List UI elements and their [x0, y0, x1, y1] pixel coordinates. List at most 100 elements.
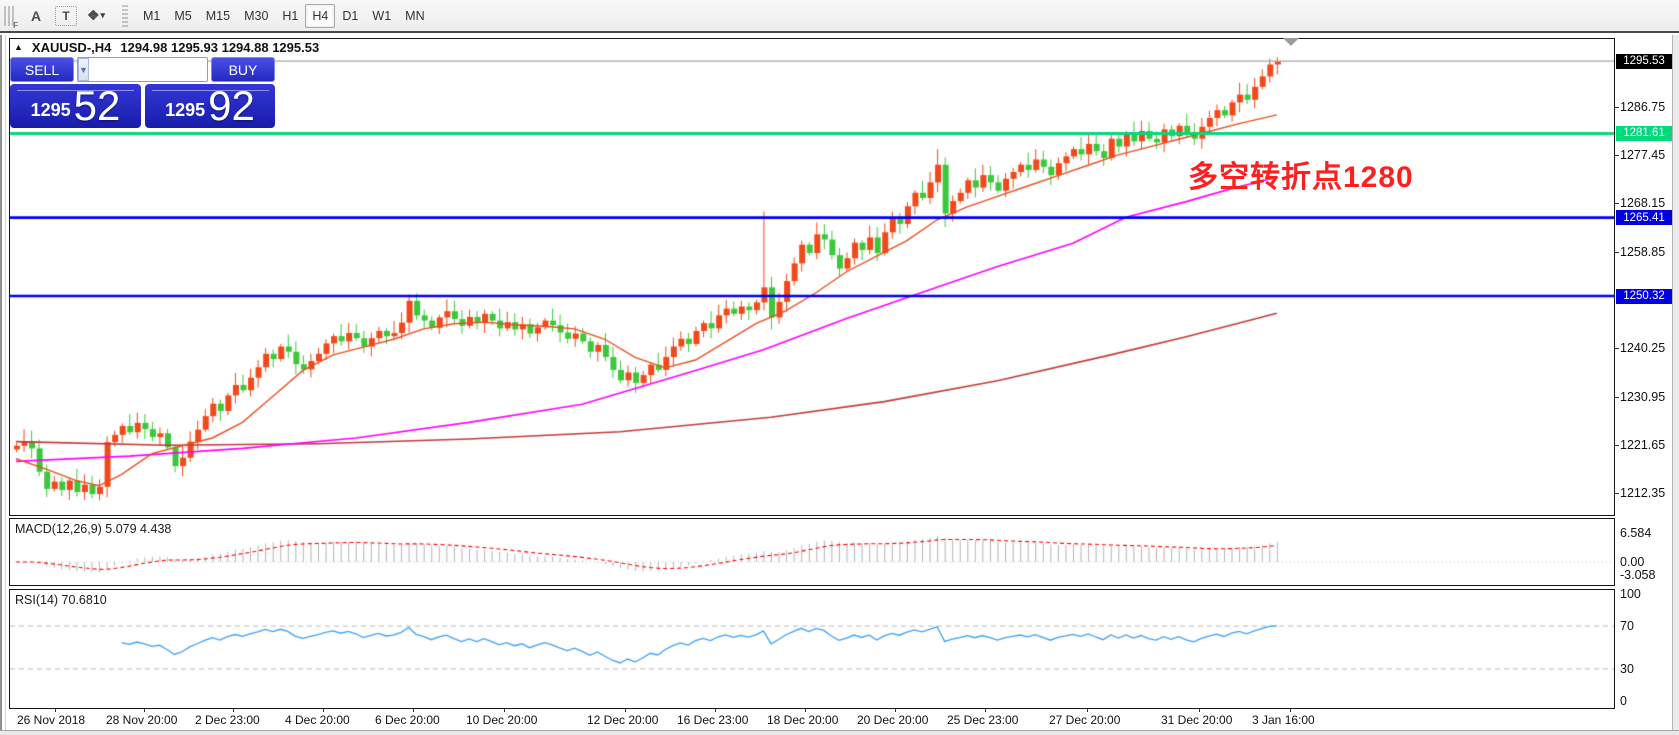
buy-button[interactable]: BUY — [211, 57, 275, 82]
time-tick-label: 2 Dec 23:00 — [195, 713, 260, 727]
time-tick-label: 3 Jan 16:00 — [1252, 713, 1315, 727]
timeframe-button-d1[interactable]: D1 — [335, 4, 365, 28]
time-tick-dash — [895, 709, 896, 712]
timeframe-button-m15[interactable]: M15 — [199, 4, 237, 28]
rsi-axis-label: 0 — [1620, 694, 1627, 708]
shapes-icon[interactable]: ❖▾ — [83, 4, 109, 28]
price-tick-dash — [1615, 155, 1619, 156]
price-axis: 1286.751277.451268.151258.851240.251230.… — [1615, 35, 1673, 735]
buy-price-base: 1295 — [165, 100, 205, 121]
time-tick-dash — [55, 709, 56, 712]
price-tick-dash — [1615, 252, 1619, 253]
timeframe-button-m30[interactable]: M30 — [237, 4, 275, 28]
sell-button[interactable]: SELL — [10, 57, 74, 82]
collapse-triangle-icon[interactable]: ▲ — [14, 42, 23, 52]
text-label-icon[interactable]: A — [23, 4, 49, 28]
price-tick-dash — [1615, 493, 1619, 494]
price-badge-green-level: 1281.61 — [1616, 126, 1672, 141]
time-tick-dash — [144, 709, 145, 712]
right-scrollbar[interactable] — [1672, 35, 1679, 735]
time-tick-label: 26 Nov 2018 — [17, 713, 85, 727]
rsi-label: RSI(14) 70.6810 — [15, 593, 107, 607]
timeframe-button-h4[interactable]: H4 — [305, 4, 335, 28]
time-tick-label: 28 Nov 20:00 — [106, 713, 177, 727]
macd-canvas[interactable] — [10, 519, 1614, 585]
rsi-panel: RSI(14) 70.6810 — [9, 589, 1615, 709]
time-tick-dash — [413, 709, 414, 712]
timeframe-button-group: M1M5M15M30H1H4D1W1MN — [136, 4, 432, 28]
chart-title: ▲ XAUUSD-,H4 1294.98 1295.93 1294.88 129… — [14, 40, 319, 55]
time-tick-dash — [715, 709, 716, 712]
macd-panel: MACD(12,26,9) 5.079 4.438 — [9, 518, 1615, 586]
time-tick-label: 25 Dec 23:00 — [947, 713, 1018, 727]
price-tick-dash — [1615, 445, 1619, 446]
ohlc-values: 1294.98 1295.93 1294.88 1295.53 — [120, 40, 319, 55]
timeframe-button-mn[interactable]: MN — [398, 4, 431, 28]
time-tick-dash — [985, 709, 986, 712]
time-tick-label: 12 Dec 20:00 — [587, 713, 658, 727]
sell-price-divider — [17, 90, 135, 91]
volume-decrease-button[interactable]: ▼ — [78, 58, 89, 81]
buy-price-pips: 92 — [208, 86, 255, 126]
time-tick-dash — [805, 709, 806, 712]
time-tick-label: 4 Dec 20:00 — [285, 713, 350, 727]
time-tick-label: 31 Dec 20:00 — [1161, 713, 1232, 727]
price-tick-label: 1221.65 — [1620, 438, 1665, 452]
price-tick-dash — [1615, 107, 1619, 108]
time-tick-label: 16 Dec 23:00 — [677, 713, 748, 727]
time-tick-dash — [1199, 709, 1200, 712]
buy-price-divider — [152, 90, 269, 91]
rsi-axis-label: 70 — [1620, 619, 1634, 633]
time-tick-label: 27 Dec 20:00 — [1049, 713, 1120, 727]
time-tick-label: 20 Dec 20:00 — [857, 713, 928, 727]
time-tick-label: 18 Dec 20:00 — [767, 713, 838, 727]
time-tick-dash — [504, 709, 505, 712]
price-tick-label: 1277.45 — [1620, 148, 1665, 162]
rsi-axis-label: 100 — [1620, 587, 1641, 601]
text-box-icon[interactable]: T — [55, 6, 77, 26]
volume-spinner: ▼ ▲ — [77, 57, 208, 82]
price-tick-label: 1258.85 — [1620, 245, 1665, 259]
macd-label: MACD(12,26,9) 5.079 4.438 — [15, 522, 171, 536]
timeframe-button-m1[interactable]: M1 — [136, 4, 167, 28]
sell-price-pips: 52 — [74, 86, 121, 126]
price-tick-dash — [1615, 348, 1619, 349]
indicator-grid-icon[interactable]: F — [4, 6, 14, 26]
volume-input[interactable] — [89, 58, 208, 81]
top-toolbar: F A T ❖▾ M1M5M15M30H1H4D1W1MN — [0, 0, 1679, 33]
time-tick-dash — [1290, 709, 1291, 712]
sell-price-button[interactable]: 1295 52 — [10, 84, 141, 128]
buy-price-button[interactable]: 1295 92 — [145, 84, 275, 128]
timeframe-button-m5[interactable]: M5 — [167, 4, 198, 28]
window-left-border — [0, 35, 2, 735]
price-tick-label: 1212.35 — [1620, 486, 1665, 500]
macd-axis-label: 0.00 — [1620, 555, 1644, 569]
time-tick-dash — [323, 709, 324, 712]
shapes-glyph: ❖ — [87, 7, 100, 24]
autoscroll-marker-icon[interactable] — [1283, 38, 1299, 46]
rsi-canvas[interactable] — [10, 590, 1614, 708]
timeframe-button-w1[interactable]: W1 — [365, 4, 398, 28]
time-axis: 26 Nov 2018 28 Nov 20:00 2 Dec 23:00 4 Dec … — [9, 709, 1615, 731]
toolbar-separator — [122, 5, 128, 27]
symbol-timeframe: XAUUSD-,H4 — [32, 40, 111, 55]
price-badge-blue-level-2: 1250.32 — [1616, 289, 1672, 304]
macd-axis-label: -3.058 — [1620, 568, 1655, 582]
price-badge-current-price: 1295.53 — [1616, 54, 1672, 69]
time-tick-label: 10 Dec 20:00 — [466, 713, 537, 727]
price-tick-dash — [1615, 397, 1619, 398]
chart-text-annotation[interactable]: 多空转折点1280 — [1188, 152, 1414, 196]
price-tick-label: 1230.95 — [1620, 390, 1665, 404]
one-click-trading-panel: SELL ▼ ▲ BUY 1295 52 1295 92 — [10, 57, 275, 128]
price-tick-dash — [1615, 203, 1619, 204]
timeframe-button-h1[interactable]: H1 — [275, 4, 305, 28]
sell-price-base: 1295 — [31, 100, 71, 121]
time-tick-label: 6 Dec 20:00 — [375, 713, 440, 727]
price-tick-label: 1240.25 — [1620, 341, 1665, 355]
time-tick-dash — [625, 709, 626, 712]
time-tick-dash — [1087, 709, 1088, 712]
window-left-border-inner — [5, 35, 6, 735]
time-tick-dash — [233, 709, 234, 712]
macd-axis-label: 6.584 — [1620, 526, 1651, 540]
price-badge-blue-level-1: 1265.41 — [1616, 210, 1672, 225]
